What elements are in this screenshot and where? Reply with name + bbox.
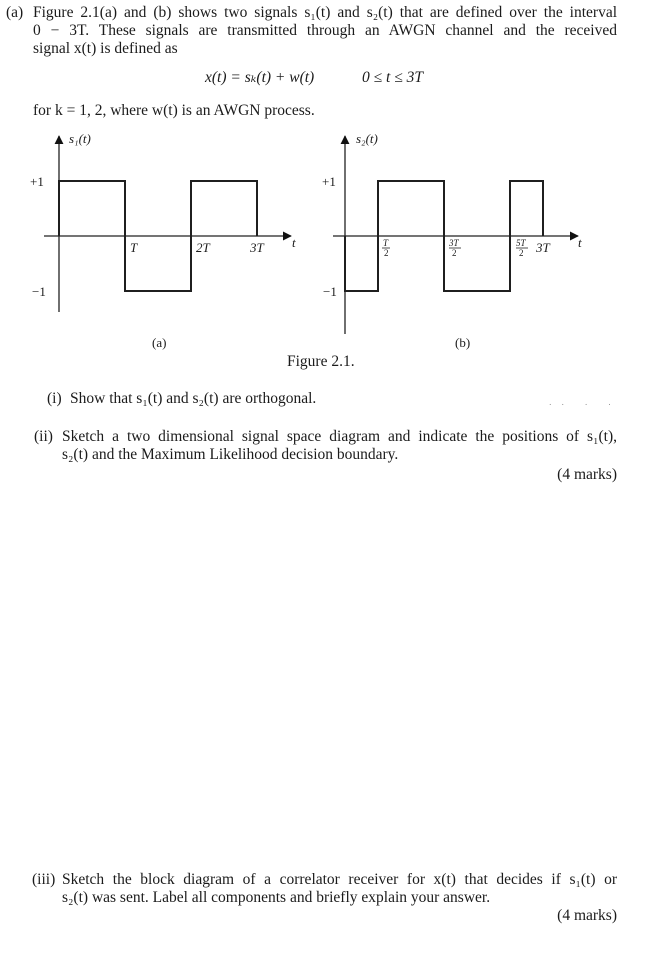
s2-y-axis-label: s₂(t) — [356, 131, 378, 146]
faint-artifact-marks: ˙˙ ˙ ˙ — [548, 404, 620, 414]
s1-x-axis-label: t — [292, 235, 296, 250]
question-ii-marks: (4 marks) — [557, 466, 617, 483]
panel-a-label: (a) — [152, 335, 166, 350]
figure-caption: Figure 2.1. — [287, 353, 355, 370]
s2-x-tick-5T-over-2-num: 5T — [516, 238, 527, 248]
question-ii-label: (ii) — [34, 428, 53, 445]
s1-y-tick-minus-one: −1 — [32, 284, 46, 299]
question-iii-label: (iii) — [32, 871, 56, 888]
s2-x-tick-3T-over-2-den: 2 — [452, 248, 457, 258]
question-i-label: (i) — [47, 390, 62, 407]
s2-x-tick-T-over-2: T 2 — [382, 238, 390, 258]
s1-y-axis-label: s₁(t) — [69, 131, 91, 146]
figure-2-1: s₁(t) +1 −1 T 2T 3T t (a) s₂(t) +1 −1 T … — [30, 131, 582, 350]
s2-x-axis-label: t — [578, 235, 582, 250]
s2-y-tick-minus-one: −1 — [323, 284, 337, 299]
panel-b-label: (b) — [455, 335, 470, 350]
signal-plot-s1: s₁(t) +1 −1 T 2T 3T t (a) — [30, 131, 296, 350]
s2-x-tick-5T-over-2-den: 2 — [519, 248, 524, 258]
s2-x-tick-3T-over-2-num: 3T — [448, 238, 460, 248]
s1-y-tick-plus-one: +1 — [30, 174, 44, 189]
question-iii-marks: (4 marks) — [557, 907, 617, 924]
question-ii-line-1: Sketch a two dimensional signal space di… — [62, 428, 617, 445]
s2-x-tick-3T: 3T — [535, 240, 551, 255]
question-iii-line-2: s₂(t) was sent. Label all components and… — [62, 889, 491, 906]
s2-x-tick-T-over-2-num: T — [383, 238, 389, 248]
s1-x-tick-T: T — [130, 240, 138, 255]
s2-y-tick-plus-one: +1 — [322, 174, 336, 189]
s2-x-tick-T-over-2-den: 2 — [384, 248, 389, 258]
s1-x-tick-3T: 3T — [249, 240, 265, 255]
s2-x-tick-3T-over-2: 3T 2 — [448, 238, 461, 258]
s1-x-tick-2T: 2T — [196, 240, 211, 255]
question-iii-line-1: Sketch the block diagram of a correlator… — [62, 871, 617, 888]
s2-x-tick-5T-over-2: 5T 2 — [516, 238, 528, 258]
signal-plot-s2: s₂(t) +1 −1 T 2 3T 2 5T 2 3T t (b) — [322, 131, 582, 350]
question-i-text: Show that s₁(t) and s₂(t) are orthogonal… — [70, 390, 317, 407]
question-ii-line-2: s₂(t) and the Maximum Likelihood decisio… — [62, 446, 399, 463]
